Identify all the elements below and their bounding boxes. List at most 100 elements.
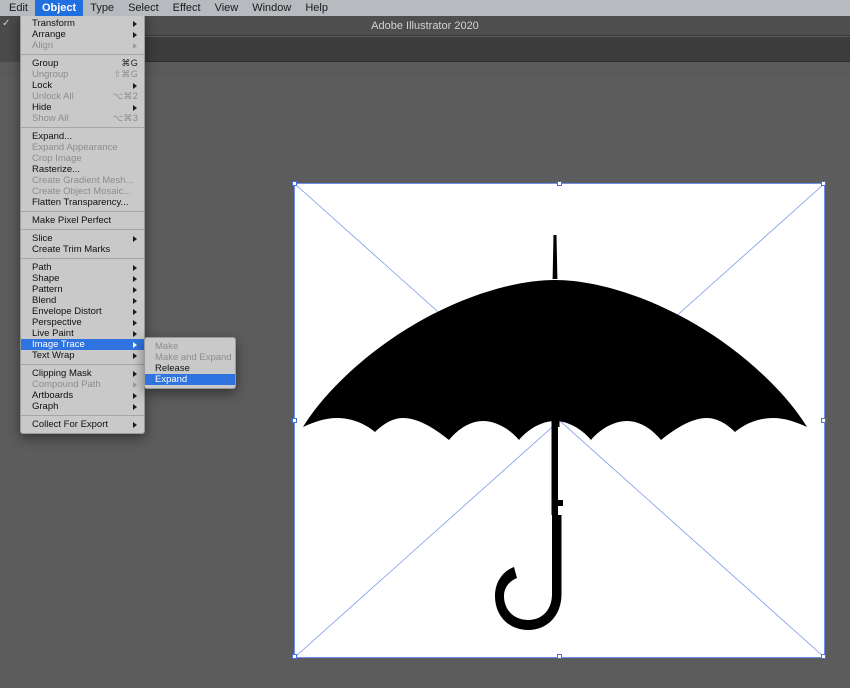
chevron-right-icon [133, 309, 137, 315]
object-menu-item-unlock-all: Unlock All ⌥⌘2 [21, 91, 144, 102]
menubar-item-window[interactable]: Window [245, 0, 298, 16]
menu-separator [21, 229, 144, 230]
menu-item-label: Transform [32, 18, 75, 29]
menu-item-shortcut: ⌥⌘3 [113, 113, 138, 124]
selection-handle-middle-left[interactable] [292, 418, 297, 423]
chevron-right-icon [133, 276, 137, 282]
umbrella-artwork[interactable] [295, 184, 824, 657]
object-menu-item-blend[interactable]: Blend [21, 295, 144, 306]
object-menu-item-arrange[interactable]: Arrange [21, 29, 144, 40]
object-menu-item-group[interactable]: Group⌘G [21, 58, 144, 69]
image-trace-item-make: Make [145, 341, 235, 352]
selection-handle-top-right[interactable] [821, 181, 826, 186]
menu-separator [21, 54, 144, 55]
object-menu-item-create-object-mosaic: Create Object Mosaic... [21, 186, 144, 197]
menu-item-label: Text Wrap [32, 350, 75, 361]
menu-item-label: Unlock All [32, 91, 74, 102]
menu-item-label: Envelope Distort [32, 306, 102, 317]
selection-handle-bottom-right[interactable] [821, 654, 826, 659]
object-menu-item-image-trace[interactable]: Image Trace [21, 339, 144, 350]
chevron-right-icon [133, 43, 137, 49]
menu-item-label: Blend [32, 295, 56, 306]
object-menu-item-hide[interactable]: Hide [21, 102, 144, 113]
object-menu-item-align: Align [21, 40, 144, 51]
object-menu-item-collect-for-export[interactable]: Collect For Export [21, 419, 144, 430]
object-menu-item-graph[interactable]: Graph [21, 401, 144, 412]
chevron-right-icon [133, 236, 137, 242]
object-menu-item-make-pixel-perfect[interactable]: Make Pixel Perfect [21, 215, 144, 226]
menu-item-label: Group [32, 58, 58, 69]
menu-item-label: Live Paint [32, 328, 74, 339]
selection-handle-top-center[interactable] [557, 181, 562, 186]
menu-item-label: Create Gradient Mesh... [32, 175, 133, 186]
menu-item-label: Pattern [32, 284, 63, 295]
object-menu-item-live-paint[interactable]: Live Paint [21, 328, 144, 339]
object-menu-item-text-wrap[interactable]: Text Wrap [21, 350, 144, 361]
menubar-item-select[interactable]: Select [121, 0, 166, 16]
object-menu-item-slice[interactable]: Slice [21, 233, 144, 244]
menu-item-label: Path [32, 262, 52, 273]
menu-separator [21, 127, 144, 128]
object-menu-item-ungroup: Ungroup ⇧⌘G [21, 69, 144, 80]
menu-item-label: Make and Expand [155, 352, 232, 363]
menu-item-shortcut: ⇧⌘G [114, 69, 138, 80]
chevron-right-icon [133, 422, 137, 428]
image-trace-submenu[interactable]: MakeMake and ExpandReleaseExpand [144, 337, 236, 389]
menu-item-label: Lock [32, 80, 52, 91]
menu-item-label: Perspective [32, 317, 82, 328]
menu-item-label: Ungroup [32, 69, 68, 80]
selection-handle-middle-right[interactable] [821, 418, 826, 423]
menubar-item-view[interactable]: View [208, 0, 246, 16]
menu-separator [21, 364, 144, 365]
object-menu-item-create-trim-marks[interactable]: Create Trim Marks [21, 244, 144, 255]
menu-item-label: Compound Path [32, 379, 101, 390]
menu-item-label: Release [155, 363, 190, 374]
menubar-item-edit[interactable]: Edit [2, 0, 35, 16]
object-menu-item-transform[interactable]: Transform [21, 18, 144, 29]
menu-bar[interactable]: EditObjectTypeSelectEffectViewWindowHelp [0, 0, 850, 16]
menu-item-label: Expand [155, 374, 187, 385]
object-menu-item-artboards[interactable]: Artboards [21, 390, 144, 401]
object-menu-item-lock[interactable]: Lock [21, 80, 144, 91]
illustrator-window: Adobe Illustrator 2020 ✓ 6.67% EditObjec… [0, 0, 850, 688]
chevron-right-icon [133, 32, 137, 38]
menu-item-label: Make [155, 341, 178, 352]
object-menu-item-flatten-transparency[interactable]: Flatten Transparency... [21, 197, 144, 208]
chevron-right-icon [133, 393, 137, 399]
selection-handle-bottom-left[interactable] [292, 654, 297, 659]
chevron-right-icon [133, 287, 137, 293]
menu-item-label: Show All [32, 113, 68, 124]
menu-item-label: Expand... [32, 131, 72, 142]
selection-handle-top-left[interactable] [292, 181, 297, 186]
umbrella-silhouette-path[interactable] [303, 235, 807, 630]
artboard[interactable] [295, 184, 824, 657]
object-menu-item-envelope-distort[interactable]: Envelope Distort [21, 306, 144, 317]
menu-item-label: Hide [32, 102, 52, 113]
image-trace-item-expand[interactable]: Expand [145, 374, 235, 385]
menu-separator [21, 258, 144, 259]
object-menu-item-rasterize[interactable]: Rasterize... [21, 164, 144, 175]
menubar-item-type[interactable]: Type [83, 0, 121, 16]
menu-separator [21, 211, 144, 212]
object-menu-item-shape[interactable]: Shape [21, 273, 144, 284]
object-menu-item-create-gradient-mesh: Create Gradient Mesh... [21, 175, 144, 186]
chevron-right-icon [133, 83, 137, 89]
menu-item-label: Crop Image [32, 153, 82, 164]
menu-item-shortcut: ⌥⌘2 [113, 91, 138, 102]
object-menu-item-clipping-mask[interactable]: Clipping Mask [21, 368, 144, 379]
menubar-item-effect[interactable]: Effect [166, 0, 208, 16]
menubar-item-object[interactable]: Object [35, 0, 83, 16]
image-trace-item-release[interactable]: Release [145, 363, 235, 374]
menu-item-label: Align [32, 40, 53, 51]
menu-item-label: Rasterize... [32, 164, 80, 175]
object-menu-item-compound-path: Compound Path [21, 379, 144, 390]
object-menu-panel[interactable]: TransformArrangeAlign Group⌘GUngroup ⇧⌘G Lo… [20, 14, 145, 434]
object-menu-item-pattern[interactable]: Pattern [21, 284, 144, 295]
object-menu-item-perspective[interactable]: Perspective [21, 317, 144, 328]
object-menu-item-expand[interactable]: Expand... [21, 131, 144, 142]
chevron-right-icon [133, 298, 137, 304]
menubar-item-help[interactable]: Help [298, 0, 335, 16]
tool-column[interactable]: ✓ [0, 16, 22, 62]
selection-handle-bottom-center[interactable] [557, 654, 562, 659]
object-menu-item-path[interactable]: Path [21, 262, 144, 273]
